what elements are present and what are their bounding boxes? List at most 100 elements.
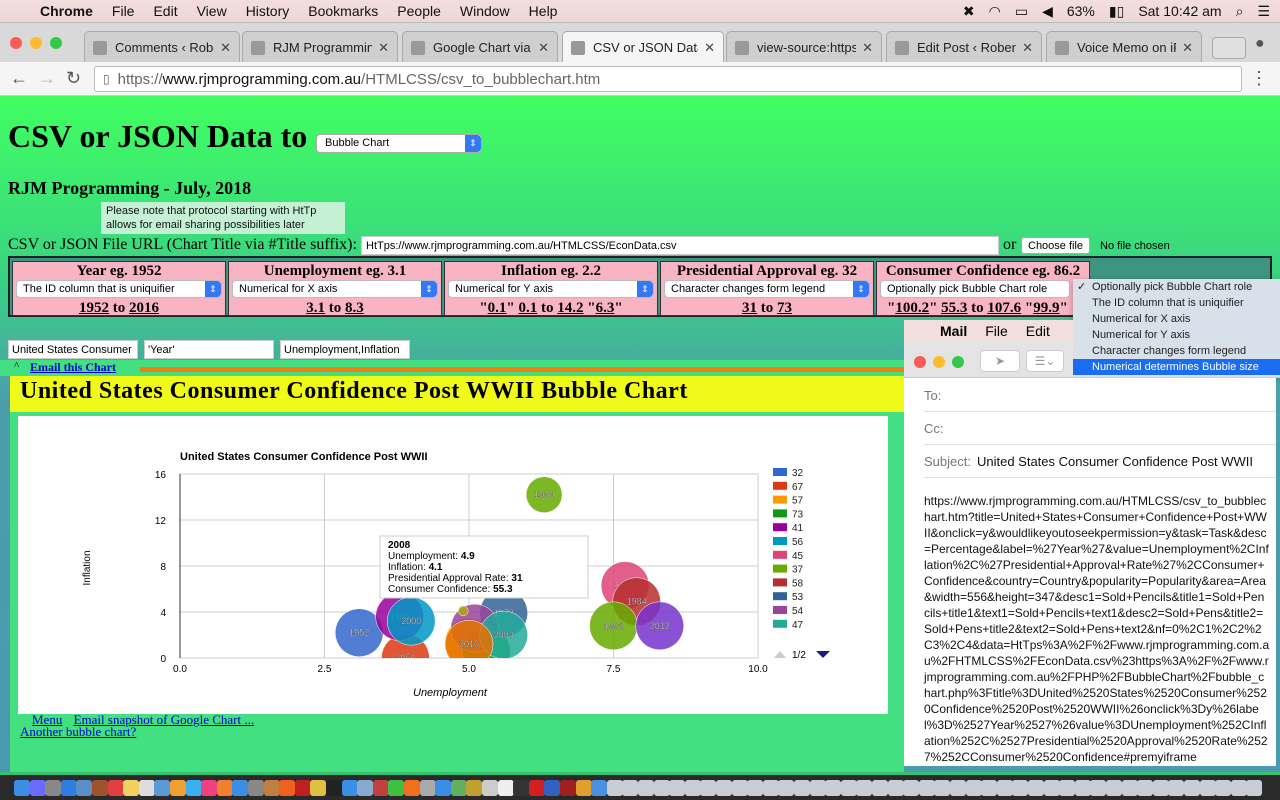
dock-app-icon[interactable] xyxy=(1012,780,1029,796)
range-to-link[interactable]: 2016 xyxy=(129,300,159,316)
mail-minimize-button[interactable] xyxy=(933,356,945,368)
last-value-link[interactable]: 99.9 xyxy=(1033,300,1059,315)
close-tab-icon[interactable]: ✕ xyxy=(220,40,231,56)
tab-comments[interactable]: Comments ‹ Rober ✕ xyxy=(84,31,240,63)
tab-edit-post[interactable]: Edit Post ‹ Robert ✕ xyxy=(886,31,1042,63)
mail-app-menu[interactable]: Mail xyxy=(940,323,967,339)
dock-app-icon[interactable] xyxy=(1230,780,1247,796)
dock-app-icon[interactable] xyxy=(232,780,249,796)
dock-app-icon[interactable] xyxy=(326,780,342,796)
bubble-chart[interactable]: United States Consumer Confidence Post W… xyxy=(18,416,888,714)
role-select[interactable]: Numerical for Y axis ⇕ xyxy=(448,280,654,298)
spotlight-icon[interactable]: ⌕ xyxy=(1236,3,1244,20)
dock-app-icon[interactable] xyxy=(154,780,171,796)
legend-next-icon[interactable] xyxy=(816,651,830,658)
dock-app-icon[interactable] xyxy=(1106,780,1122,796)
choose-file-button[interactable]: Choose file xyxy=(1021,237,1091,254)
bubble[interactable] xyxy=(457,605,469,617)
dropdown-option[interactable]: The ID column that is uniquifier xyxy=(1073,295,1280,311)
dock-app-icon[interactable] xyxy=(528,780,545,796)
dock-app-icon[interactable] xyxy=(466,780,483,796)
dock-app-icon[interactable] xyxy=(1043,780,1060,796)
dock-app-icon[interactable] xyxy=(45,780,62,796)
dock-app-icon[interactable] xyxy=(1168,780,1185,796)
dock-app-icon[interactable] xyxy=(560,780,576,796)
dock-app-icon[interactable] xyxy=(544,780,561,796)
csv-url-input[interactable]: HtTps://www.rjmprogramming.com.au/HTMLCS… xyxy=(361,236,999,255)
dock-app-icon[interactable] xyxy=(138,780,155,796)
dock-app-icon[interactable] xyxy=(918,780,935,796)
airplay-icon[interactable]: ▭ xyxy=(1015,3,1028,20)
dock-app-icon[interactable] xyxy=(653,780,670,796)
dock-app-icon[interactable] xyxy=(279,780,296,796)
dropdown-option[interactable]: Numerical for Y axis xyxy=(1073,327,1280,343)
menu-help[interactable]: Help xyxy=(529,3,558,19)
dock-app-icon[interactable] xyxy=(107,780,124,796)
minimize-window-button[interactable] xyxy=(30,37,42,49)
menu-window[interactable]: Window xyxy=(460,3,510,19)
menu-history[interactable]: History xyxy=(246,3,290,19)
range-from-link[interactable]: 55.3 xyxy=(941,300,967,315)
dock-app-icon[interactable] xyxy=(669,780,686,796)
tab-google-chart[interactable]: Google Chart via C✕ xyxy=(402,31,558,63)
another-chart-link[interactable]: Another bubble chart? xyxy=(20,724,136,739)
chrome-menu-icon[interactable]: ⋮ xyxy=(1250,68,1268,89)
dock-app-icon[interactable] xyxy=(263,780,280,796)
range-from-link[interactable]: 31 xyxy=(742,300,757,316)
dock-app-icon[interactable] xyxy=(185,780,202,796)
dock-app-icon[interactable] xyxy=(903,780,920,796)
dock-app-icon[interactable] xyxy=(60,780,77,796)
to-field[interactable]: To: xyxy=(924,379,1276,412)
dock-app-icon[interactable] xyxy=(638,780,654,796)
dock-app-icon[interactable] xyxy=(1137,780,1154,796)
dock-app-icon[interactable] xyxy=(606,780,623,796)
dock-app-icon[interactable] xyxy=(435,780,452,796)
dock-app-icon[interactable] xyxy=(404,780,420,796)
dock-app-icon[interactable] xyxy=(996,780,1013,796)
dock-app-icon[interactable] xyxy=(14,780,30,796)
tab-csv-json-data[interactable]: CSV or JSON Data ✕ xyxy=(562,31,724,63)
dock-app-icon[interactable] xyxy=(388,780,405,796)
dock-app-icon[interactable] xyxy=(934,780,951,796)
mail-body[interactable]: https://www.rjmprogramming.com.au/HTMLCS… xyxy=(924,493,1270,765)
dock-app-icon[interactable] xyxy=(1184,780,1200,796)
profile-icon[interactable]: ● xyxy=(1255,35,1265,53)
dock-app-icon[interactable] xyxy=(778,780,795,796)
back-icon[interactable]: ← xyxy=(10,68,28,89)
dock-app-icon[interactable] xyxy=(1059,780,1076,796)
chart-type-select[interactable]: Bubble Chart ⇕ xyxy=(316,134,482,153)
dock-app-icon[interactable] xyxy=(1090,780,1107,796)
dock-app-icon[interactable] xyxy=(575,780,592,796)
dock-app-icon[interactable] xyxy=(1028,780,1044,796)
dock-app-icon[interactable] xyxy=(1074,780,1091,796)
role-select[interactable]: The ID column that is uniquifier ⇕ xyxy=(16,280,222,298)
volume-icon[interactable]: ◀ xyxy=(1042,3,1053,20)
subject-field[interactable]: Subject: United States Consumer Confidenc… xyxy=(924,445,1276,478)
close-tab-icon[interactable]: ✕ xyxy=(862,40,873,56)
menu-file[interactable]: File xyxy=(112,3,135,19)
dock-app-icon[interactable] xyxy=(981,780,998,796)
close-tab-icon[interactable]: ✕ xyxy=(378,40,389,56)
last-value-link[interactable]: 6.3 xyxy=(596,300,615,316)
menu-bookmarks[interactable]: Bookmarks xyxy=(308,3,378,19)
range-to-link[interactable]: 8.3 xyxy=(345,300,364,316)
battery-icon[interactable]: ▮▯ xyxy=(1109,3,1124,20)
dock-app-icon[interactable] xyxy=(1246,780,1263,796)
wifi-icon[interactable]: ◠ xyxy=(989,3,1001,20)
dock-app-icon[interactable] xyxy=(887,780,904,796)
send-icon[interactable]: ➤ xyxy=(980,350,1020,372)
dock-app-icon[interactable] xyxy=(310,780,327,796)
dock-app-icon[interactable] xyxy=(1152,780,1169,796)
mail-close-button[interactable] xyxy=(914,356,926,368)
tab-view-source[interactable]: view-source:https: ✕ xyxy=(726,31,882,63)
dock-app-icon[interactable] xyxy=(170,780,186,796)
dock-app-icon[interactable] xyxy=(76,780,93,796)
address-bar[interactable]: ▯ https://www.rjmprogramming.com.au/HTML… xyxy=(94,66,1242,92)
dock-app-icon[interactable] xyxy=(1199,780,1216,796)
value-input[interactable]: Unemployment,Inflation xyxy=(280,340,410,359)
dock-app-icon[interactable] xyxy=(762,780,779,796)
mail-zoom-button[interactable] xyxy=(952,356,964,368)
reload-icon[interactable]: ↻ xyxy=(66,68,81,89)
role-select[interactable]: Numerical for X axis ⇕ xyxy=(232,280,438,298)
antivirus-icon[interactable]: ✖ xyxy=(963,3,975,20)
